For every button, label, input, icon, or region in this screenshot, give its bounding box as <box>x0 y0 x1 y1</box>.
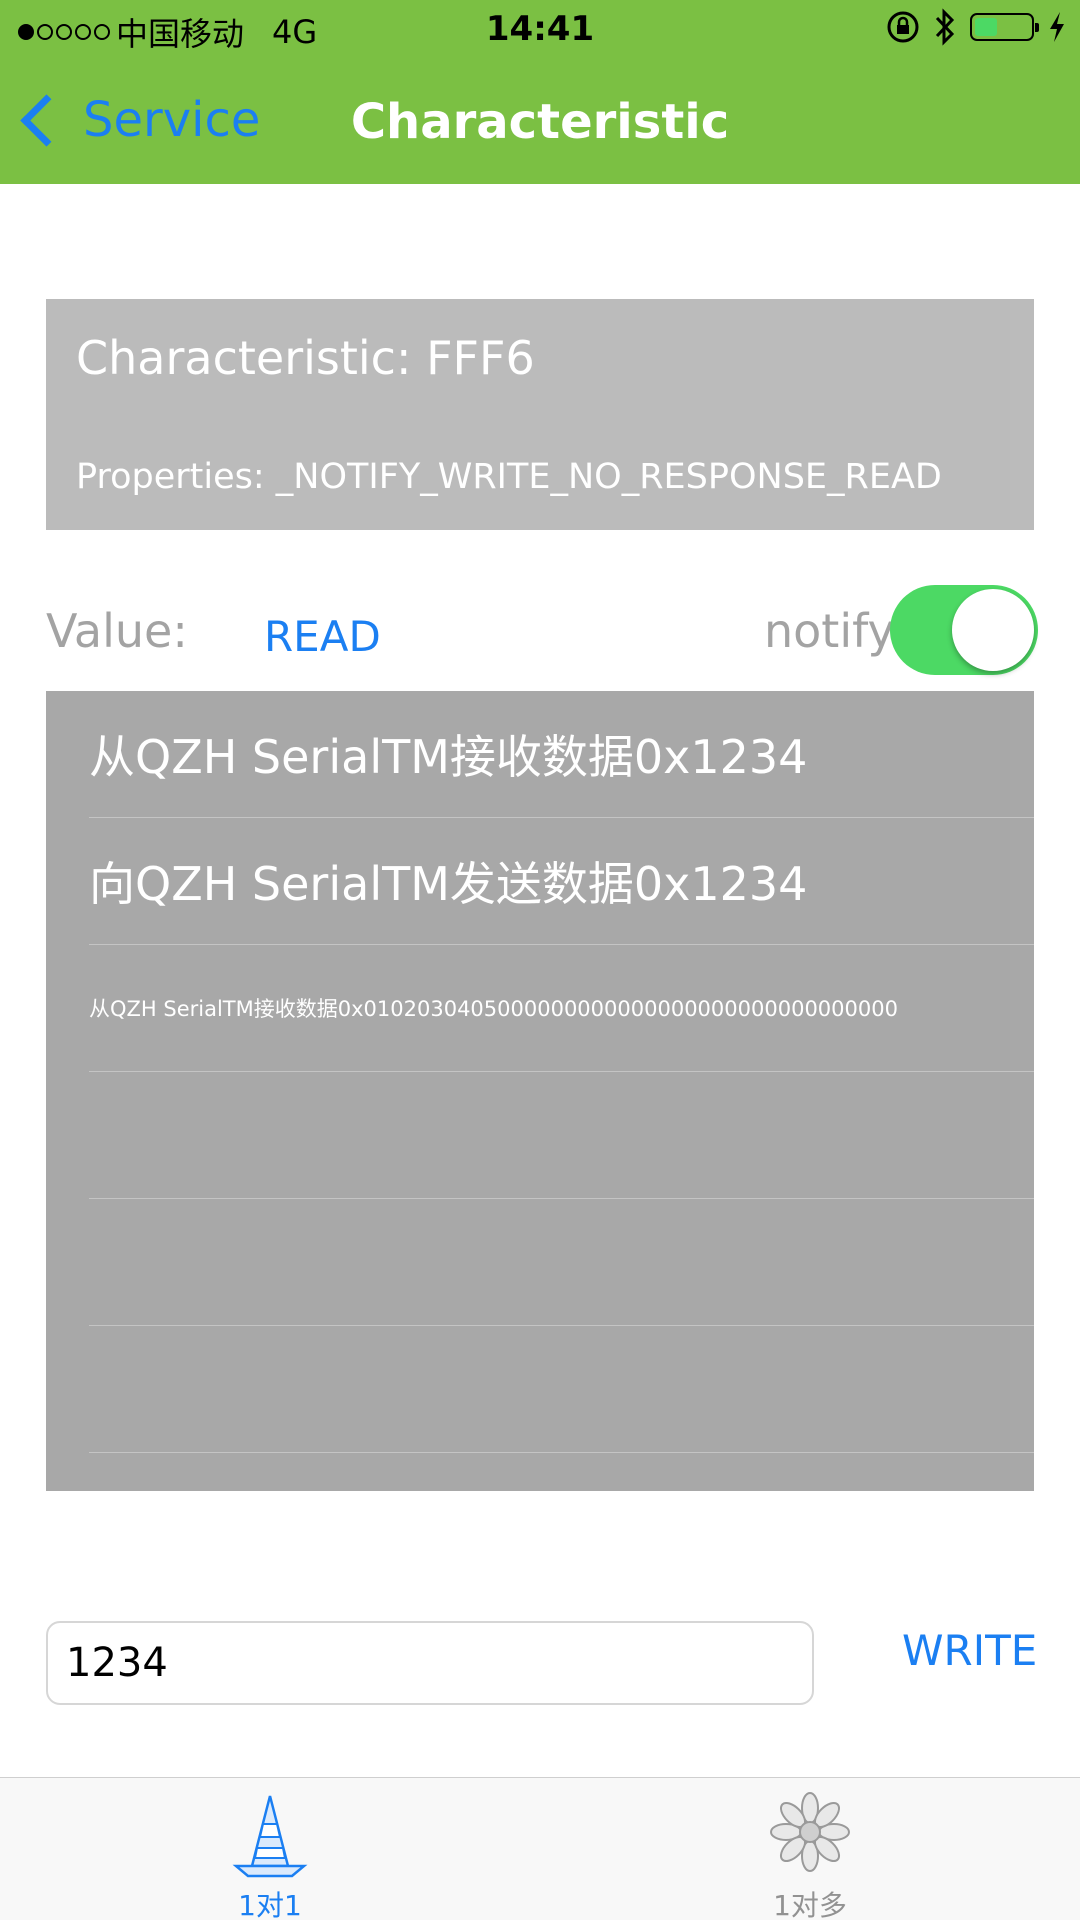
bluetooth-icon <box>935 8 955 46</box>
notify-label: notify <box>764 604 895 658</box>
tab-label: 1对多 <box>773 1889 847 1920</box>
list-item: 从QZH SerialTM接收数据0x010203040500000000000… <box>89 945 1034 1072</box>
log-text: 从QZH SerialTM接收数据0x010203040500000000000… <box>89 997 898 1021</box>
charging-icon <box>1050 12 1064 42</box>
read-button[interactable]: READ <box>264 612 381 661</box>
list-item <box>89 1199 1034 1326</box>
value-label: Value: <box>46 604 188 658</box>
tab-label: 1对1 <box>238 1889 302 1920</box>
navigation-bar: Service Characteristic <box>0 60 1080 184</box>
log-text: 从QZH SerialTM接收数据0x1234 <box>89 730 808 784</box>
page-title: Characteristic <box>350 94 730 150</box>
tab-one-to-many[interactable]: 1对多 <box>540 1778 1080 1920</box>
list-item: 从QZH SerialTM接收数据0x1234 <box>89 691 1034 818</box>
notify-toggle[interactable] <box>890 585 1038 675</box>
log-list[interactable]: 从QZH SerialTM接收数据0x1234 向QZH SerialTM发送数… <box>46 691 1034 1491</box>
tab-one-to-one[interactable]: 1对1 <box>0 1778 540 1920</box>
list-item: 向QZH SerialTM发送数据0x1234 <box>89 818 1034 945</box>
header: 中国移动 4G 14:41 Service Characteristic <box>0 0 1080 184</box>
log-text: 向QZH SerialTM发送数据0x1234 <box>89 857 808 911</box>
characteristic-title: Characteristic: FFF6 <box>76 331 535 385</box>
write-button[interactable]: WRITE <box>902 1626 1037 1675</box>
write-value-input[interactable] <box>46 1621 814 1705</box>
orientation-lock-icon <box>887 11 919 43</box>
list-item <box>89 1326 1034 1453</box>
tab-bar: 1对1 1对多 <box>0 1777 1080 1920</box>
battery-icon <box>970 13 1039 41</box>
list-item <box>89 1072 1034 1199</box>
traffic-cone-icon <box>232 1795 308 1878</box>
toggle-knob <box>952 589 1034 671</box>
flower-icon <box>770 1792 850 1872</box>
status-right <box>886 8 1066 46</box>
screen: 中国移动 4G 14:41 Service Characteristic Cha… <box>0 0 1080 1920</box>
characteristic-info: Characteristic: FFF6 Properties: _NOTIFY… <box>46 299 1034 530</box>
characteristic-properties: Properties: _NOTIFY_WRITE_NO_RESPONSE_RE… <box>76 457 942 497</box>
status-bar: 中国移动 4G 14:41 <box>0 0 1080 60</box>
